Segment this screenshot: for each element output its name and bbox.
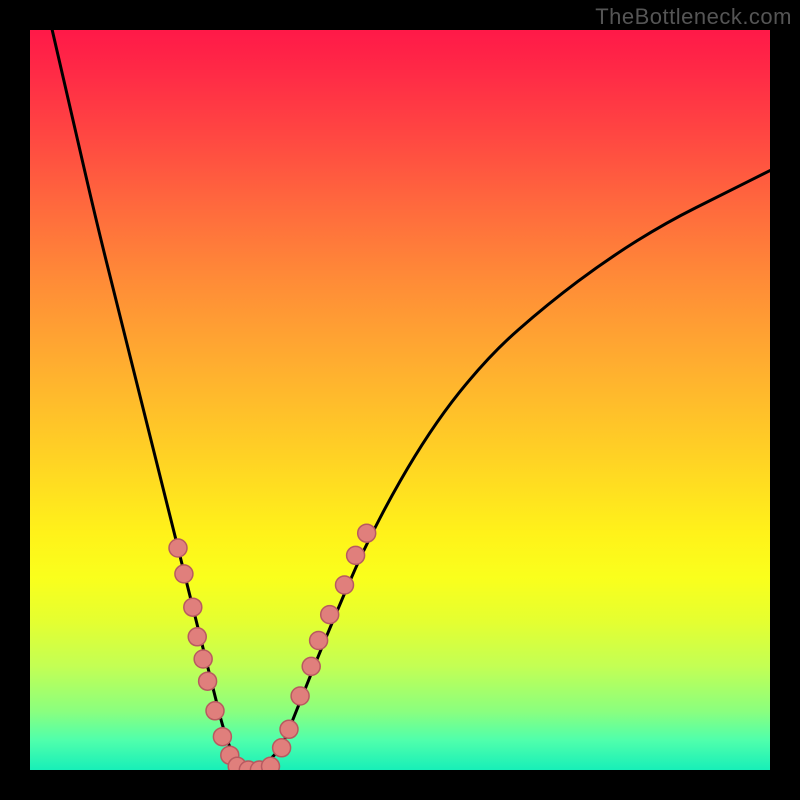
chart-frame: TheBottleneck.com — [0, 0, 800, 800]
data-marker — [347, 546, 365, 564]
chart-svg — [30, 30, 770, 770]
data-marker — [291, 687, 309, 705]
data-marker — [169, 539, 187, 557]
data-marker — [310, 632, 328, 650]
data-marker — [188, 628, 206, 646]
data-marker — [262, 757, 280, 770]
data-marker — [302, 657, 320, 675]
plot-area — [30, 30, 770, 770]
data-marker — [280, 720, 298, 738]
marker-group — [169, 524, 376, 770]
data-marker — [273, 739, 291, 757]
data-marker — [336, 576, 354, 594]
data-marker — [321, 606, 339, 624]
data-marker — [213, 728, 231, 746]
watermark-label: TheBottleneck.com — [595, 4, 792, 30]
bottleneck-curve — [52, 30, 770, 770]
data-marker — [194, 650, 212, 668]
data-marker — [184, 598, 202, 616]
data-marker — [206, 702, 224, 720]
data-marker — [175, 565, 193, 583]
data-marker — [199, 672, 217, 690]
data-marker — [358, 524, 376, 542]
